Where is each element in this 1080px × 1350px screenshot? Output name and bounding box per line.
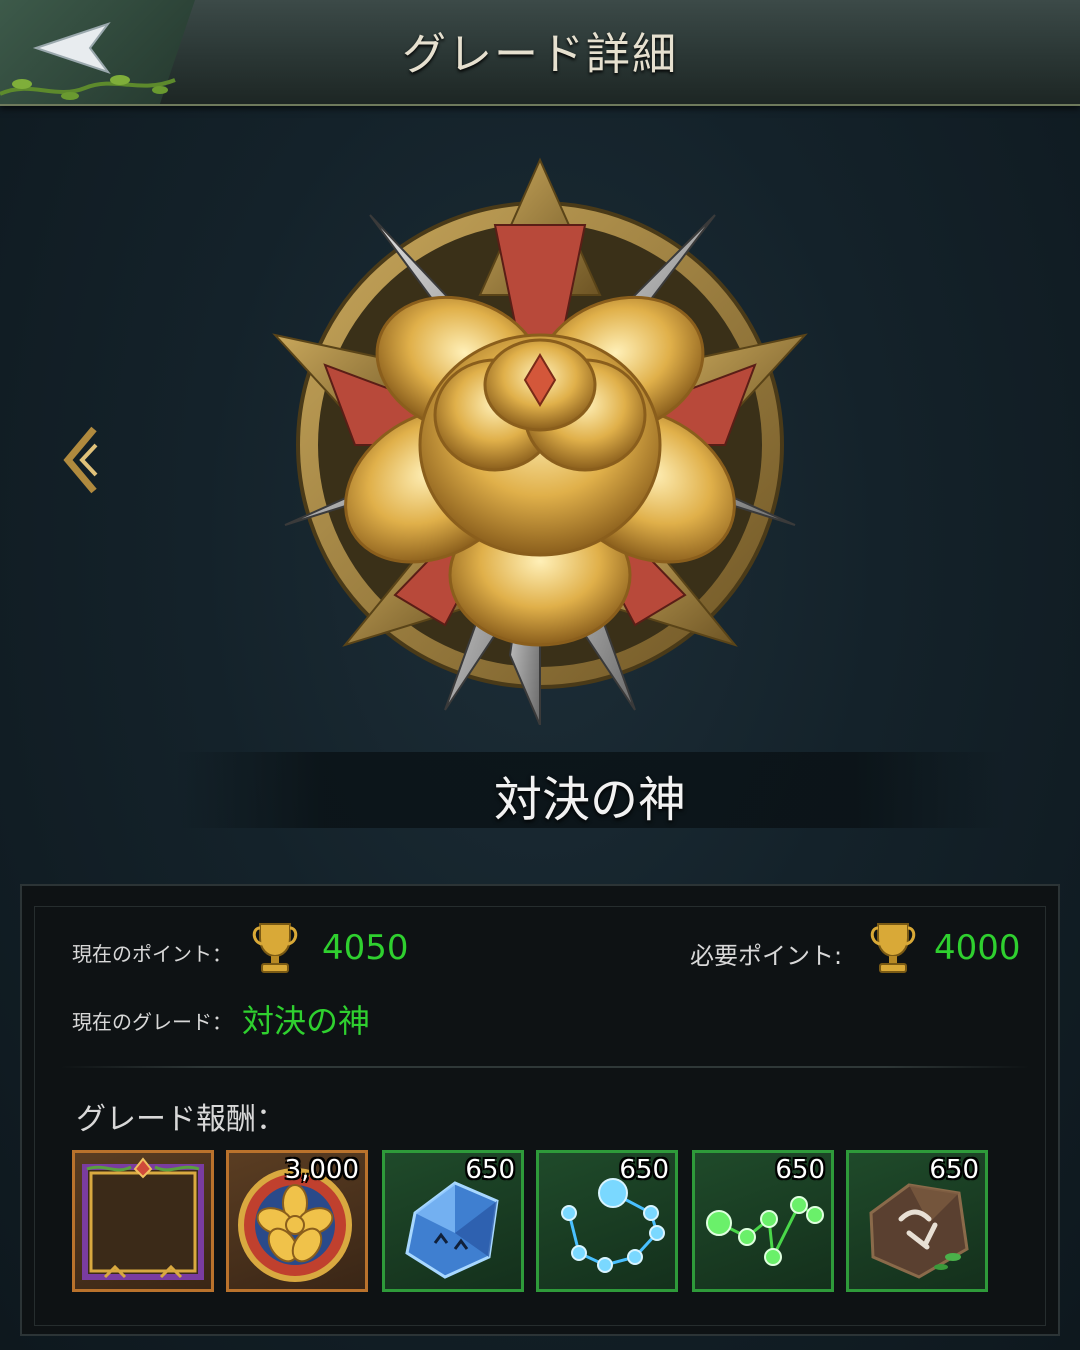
current-points-value: 4050	[322, 928, 409, 968]
reward-count: 650	[775, 1155, 825, 1185]
previous-grade-arrow-icon[interactable]	[62, 425, 102, 495]
reward-item-grade-coin[interactable]: 3,000	[226, 1150, 368, 1292]
reward-count: 650	[929, 1155, 979, 1185]
reward-count: 650	[465, 1155, 515, 1185]
required-points-value: 4000	[934, 928, 1021, 968]
reward-item-blue-crystal[interactable]: 650	[382, 1150, 524, 1292]
current-grade-label: 現在のグレード：	[72, 1010, 232, 1034]
grade-emblem-icon	[272, 157, 808, 725]
grade-name: 対決の神	[493, 772, 686, 828]
reward-item-blue-constellation[interactable]: 650	[536, 1150, 678, 1292]
header-bar: グレード詳細	[0, 0, 1080, 106]
rewards-title: グレード報酬：	[76, 1102, 286, 1137]
grade-detail-screen: グレード詳細 対決の神 現在のポイント： 4050 必要ポイント: 4000 現…	[0, 0, 1080, 1350]
reward-item-rune-stone[interactable]: 650	[846, 1150, 988, 1292]
current-points-label: 現在のポイント：	[72, 942, 232, 966]
required-points-label: 必要ポイント:	[690, 942, 843, 970]
trophy-icon	[252, 923, 298, 973]
current-grade-value: 対決の神	[242, 1002, 371, 1040]
avatar-frame-icon	[82, 1157, 204, 1280]
reward-item-avatar-frame[interactable]	[72, 1150, 214, 1292]
reward-count: 3,000	[284, 1155, 359, 1185]
reward-item-green-constellation[interactable]: 650	[692, 1150, 834, 1292]
reward-count: 650	[619, 1155, 669, 1185]
grade-name-banner: 対決の神	[175, 752, 1005, 828]
panel-divider	[60, 1066, 1030, 1068]
trophy-icon	[870, 923, 916, 973]
page-title: グレード詳細	[402, 29, 678, 80]
